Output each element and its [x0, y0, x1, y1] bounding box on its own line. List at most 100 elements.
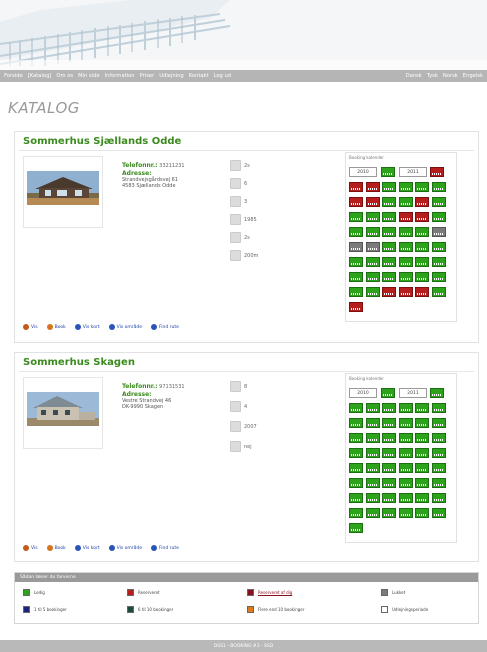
week-cell[interactable] — [415, 508, 429, 518]
week-cell[interactable] — [398, 242, 413, 252]
nav-item-3[interactable]: Min side — [78, 73, 99, 79]
week-cell[interactable] — [349, 302, 363, 312]
week-cell[interactable] — [382, 197, 396, 207]
week-cell[interactable] — [382, 242, 396, 252]
year-2010-button[interactable]: 2010 — [349, 388, 377, 398]
week-cell[interactable] — [430, 167, 444, 177]
week-cell[interactable] — [415, 242, 429, 252]
week-cell[interactable] — [415, 448, 429, 458]
property-photo[interactable] — [27, 171, 99, 205]
week-cell[interactable] — [431, 478, 446, 488]
week-cell[interactable] — [365, 242, 380, 252]
week-cell[interactable] — [365, 448, 380, 458]
week-cell[interactable] — [349, 463, 363, 473]
week-cell[interactable] — [431, 272, 446, 282]
week-cell[interactable] — [349, 182, 363, 192]
nav-item-1[interactable]: [Katalog] — [28, 73, 52, 79]
nav-item-2[interactable]: Om os — [56, 73, 73, 79]
week-cell[interactable] — [415, 212, 429, 222]
area-link[interactable]: Vis område — [108, 324, 142, 330]
week-cell[interactable] — [415, 478, 429, 488]
property-title[interactable]: Sommerhus Skagen — [23, 357, 135, 368]
week-cell[interactable] — [382, 508, 396, 518]
week-cell[interactable] — [431, 493, 446, 503]
week-cell[interactable] — [382, 433, 396, 443]
property-photo-frame[interactable] — [23, 156, 103, 228]
week-cell[interactable] — [431, 242, 446, 252]
week-cell[interactable] — [415, 227, 429, 237]
week-cell[interactable] — [349, 403, 363, 413]
week-cell[interactable] — [382, 478, 396, 488]
week-cell[interactable] — [415, 493, 429, 503]
week-cell[interactable] — [431, 403, 446, 413]
week-cell[interactable] — [382, 403, 396, 413]
map-link[interactable]: Vis kort — [74, 324, 100, 330]
week-cell[interactable] — [398, 403, 413, 413]
week-cell[interactable] — [431, 197, 446, 207]
week-cell[interactable] — [381, 167, 395, 177]
week-cell[interactable] — [365, 257, 380, 267]
week-cell[interactable] — [415, 182, 429, 192]
week-cell[interactable] — [415, 197, 429, 207]
week-cell[interactable] — [415, 257, 429, 267]
week-cell[interactable] — [365, 493, 380, 503]
view-link[interactable]: Vis — [23, 545, 38, 551]
week-cell[interactable] — [382, 418, 396, 428]
week-cell[interactable] — [349, 448, 363, 458]
week-cell[interactable] — [398, 493, 413, 503]
nav-item-8[interactable]: Log ud — [214, 73, 232, 79]
week-cell[interactable] — [365, 508, 380, 518]
route-link[interactable]: Find rute — [150, 545, 179, 551]
week-cell[interactable] — [349, 508, 363, 518]
week-cell[interactable] — [415, 418, 429, 428]
week-cell[interactable] — [382, 212, 396, 222]
language-item-0[interactable]: Dansk — [406, 73, 422, 79]
week-cell[interactable] — [431, 508, 446, 518]
week-cell[interactable] — [415, 287, 429, 297]
week-cell[interactable] — [349, 197, 363, 207]
week-cell[interactable] — [349, 493, 363, 503]
week-cell[interactable] — [349, 287, 363, 297]
week-cell[interactable] — [431, 433, 446, 443]
week-cell[interactable] — [349, 227, 363, 237]
book-link[interactable]: Book — [46, 324, 66, 330]
week-cell[interactable] — [381, 388, 395, 398]
week-cell[interactable] — [382, 257, 396, 267]
nav-item-4[interactable]: Information — [105, 73, 135, 79]
week-cell[interactable] — [365, 272, 380, 282]
week-cell[interactable] — [431, 212, 446, 222]
view-link[interactable]: Vis — [23, 324, 38, 330]
language-item-1[interactable]: Tysk — [427, 73, 438, 79]
language-item-2[interactable]: Norsk — [443, 73, 458, 79]
week-cell[interactable] — [365, 212, 380, 222]
week-cell[interactable] — [365, 463, 380, 473]
nav-item-6[interactable]: Udlejning — [159, 73, 183, 79]
week-cell[interactable] — [415, 463, 429, 473]
week-cell[interactable] — [431, 463, 446, 473]
year-2011-button[interactable]: 2011 — [399, 167, 427, 177]
language-item-3[interactable]: Engelsk — [463, 73, 483, 79]
week-cell[interactable] — [431, 287, 446, 297]
week-cell[interactable] — [382, 463, 396, 473]
week-cell[interactable] — [431, 182, 446, 192]
week-cell[interactable] — [398, 197, 413, 207]
week-cell[interactable] — [398, 448, 413, 458]
week-cell[interactable] — [398, 433, 413, 443]
week-cell[interactable] — [398, 508, 413, 518]
week-cell[interactable] — [431, 418, 446, 428]
week-cell[interactable] — [382, 227, 396, 237]
week-cell[interactable] — [398, 287, 413, 297]
area-link[interactable]: Vis område — [108, 545, 142, 551]
property-photo[interactable] — [27, 392, 99, 426]
week-cell[interactable] — [382, 272, 396, 282]
year-2011-button[interactable]: 2011 — [399, 388, 427, 398]
week-cell[interactable] — [349, 212, 363, 222]
week-cell[interactable] — [349, 478, 363, 488]
week-cell[interactable] — [431, 448, 446, 458]
week-cell[interactable] — [365, 403, 380, 413]
week-cell[interactable] — [430, 388, 444, 398]
week-cell[interactable] — [365, 433, 380, 443]
book-link[interactable]: Book — [46, 545, 66, 551]
week-cell[interactable] — [349, 418, 363, 428]
week-cell[interactable] — [398, 272, 413, 282]
